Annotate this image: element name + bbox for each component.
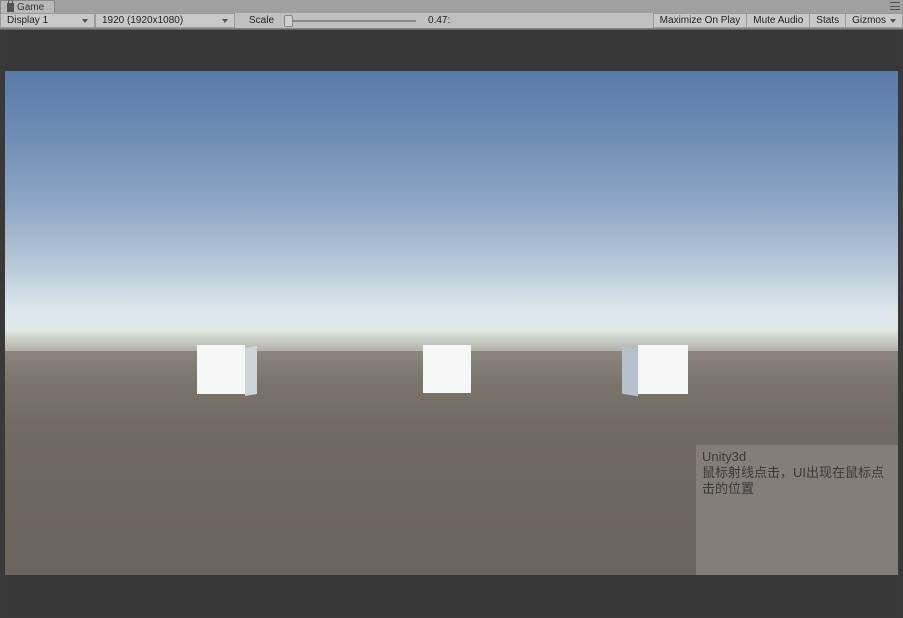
game-viewport: Unity3d 鼠标射线点击，UI出现在鼠标点击的位置 — [0, 29, 903, 618]
game-render-area[interactable]: Unity3d 鼠标射线点击，UI出现在鼠标点击的位置 — [5, 71, 898, 575]
tab-bar: Game — [0, 0, 903, 13]
slider-thumb[interactable] — [284, 15, 293, 27]
cube-left — [197, 345, 261, 397]
letterbox-bottom — [5, 575, 898, 616]
toolbar-right: Maximize On Play Mute Audio Stats Gizmos — [653, 13, 903, 28]
overlay-line2: 鼠标射线点击，UI出现在鼠标点击的位置 — [702, 465, 892, 497]
panel-menu-icon[interactable] — [890, 2, 900, 10]
display-dropdown[interactable]: Display 1 — [0, 13, 95, 28]
gizmos-dropdown[interactable]: Gizmos — [846, 13, 903, 28]
tab-title: Game — [17, 2, 44, 13]
scale-label: Scale — [243, 13, 280, 28]
info-overlay: Unity3d 鼠标射线点击，UI出现在鼠标点击的位置 — [696, 445, 898, 575]
resolution-dropdown[interactable]: 1920 (1920x1080) — [95, 13, 235, 28]
chevron-down-icon — [890, 19, 896, 23]
game-tab[interactable]: Game — [0, 0, 55, 13]
gizmos-label: Gizmos — [852, 15, 886, 26]
mute-audio-toggle[interactable]: Mute Audio — [747, 13, 810, 28]
resolution-label: 1920 (1920x1080) — [102, 15, 183, 26]
lock-icon — [7, 3, 14, 12]
scale-slider[interactable] — [280, 13, 420, 28]
chevron-down-icon — [222, 19, 228, 23]
stats-toggle[interactable]: Stats — [810, 13, 846, 28]
game-toolbar: Display 1 1920 (1920x1080) Scale 0.47: M… — [0, 13, 903, 29]
cube-right — [622, 345, 686, 397]
cube-center — [423, 345, 487, 397]
display-label: Display 1 — [7, 15, 48, 26]
chevron-down-icon — [82, 19, 88, 23]
maximize-on-play-toggle[interactable]: Maximize On Play — [653, 13, 748, 28]
slider-track — [284, 20, 416, 22]
letterbox-top — [5, 30, 898, 71]
scale-value: 0.47: — [420, 13, 480, 28]
sky — [5, 71, 898, 351]
overlay-line1: Unity3d — [702, 449, 892, 465]
